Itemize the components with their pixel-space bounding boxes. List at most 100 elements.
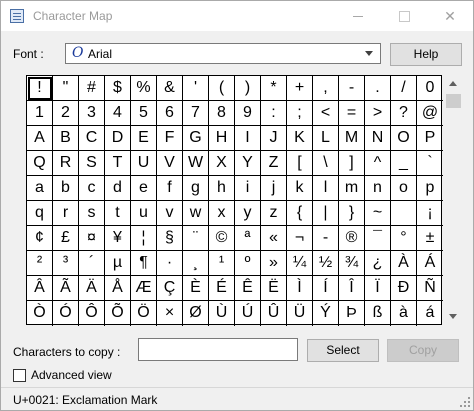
character-cell[interactable]: x — [209, 201, 235, 226]
character-cell[interactable]: ¢ — [27, 226, 53, 251]
character-cell[interactable]: 8 — [209, 101, 235, 126]
character-cell[interactable]: ² — [27, 251, 53, 276]
character-cell[interactable]: L — [313, 126, 339, 151]
character-cell[interactable]: > — [365, 101, 391, 126]
character-cell[interactable]: v — [157, 201, 183, 226]
character-cell[interactable]: u — [131, 201, 157, 226]
character-cell[interactable]: Å — [105, 276, 131, 301]
character-cell[interactable]: Â — [27, 276, 53, 301]
character-cell[interactable]: b — [53, 176, 79, 201]
character-cell[interactable]: ¿ — [365, 251, 391, 276]
character-cell[interactable]: z — [261, 201, 287, 226]
character-cell[interactable]: K — [287, 126, 313, 151]
character-cell[interactable]: j — [261, 176, 287, 201]
character-cell[interactable]: Á — [417, 251, 443, 276]
character-cell[interactable]: B — [53, 126, 79, 151]
character-cell[interactable]: C — [79, 126, 105, 151]
character-cell[interactable]: È — [183, 276, 209, 301]
character-cell[interactable]: Ç — [157, 276, 183, 301]
character-cell[interactable]: » — [261, 251, 287, 276]
character-cell[interactable]: | — [313, 201, 339, 226]
character-cell[interactable]: R — [53, 151, 79, 176]
character-cell[interactable]: Ö — [131, 301, 157, 326]
character-cell[interactable]: ½ — [313, 251, 339, 276]
character-cell[interactable]: % — [131, 76, 157, 101]
character-cell[interactable]: _ — [391, 151, 417, 176]
character-cell[interactable]: Ä — [79, 276, 105, 301]
character-cell[interactable]: M — [339, 126, 365, 151]
character-cell[interactable]: ° — [391, 226, 417, 251]
characters-to-copy-input[interactable] — [138, 338, 298, 361]
character-cell[interactable]: N — [365, 126, 391, 151]
character-cell[interactable]: µ — [105, 251, 131, 276]
character-cell[interactable]: t — [105, 201, 131, 226]
character-cell[interactable]: á — [417, 301, 443, 326]
character-cell[interactable]: ` — [417, 151, 443, 176]
character-cell[interactable]: ¾ — [339, 251, 365, 276]
character-cell[interactable]: · — [157, 251, 183, 276]
character-cell[interactable]: a — [27, 176, 53, 201]
select-button[interactable]: Select — [307, 339, 379, 362]
character-cell[interactable]: W — [183, 151, 209, 176]
character-cell[interactable]: ( — [209, 76, 235, 101]
character-cell[interactable]: f — [157, 176, 183, 201]
advanced-view-checkbox[interactable] — [13, 369, 26, 382]
character-cell[interactable]: . — [365, 76, 391, 101]
character-cell[interactable]: Ê — [235, 276, 261, 301]
character-cell[interactable]: G — [183, 126, 209, 151]
character-cell[interactable]: £ — [53, 226, 79, 251]
character-cell[interactable]: ¹ — [209, 251, 235, 276]
character-cell[interactable]: ¼ — [287, 251, 313, 276]
help-button[interactable]: Help — [390, 43, 462, 66]
character-cell[interactable]: Ü — [287, 301, 313, 326]
character-cell[interactable]: ¯ — [365, 226, 391, 251]
character-cell[interactable]: & — [157, 76, 183, 101]
character-cell[interactable]: < — [313, 101, 339, 126]
character-cell[interactable]: A — [27, 126, 53, 151]
character-cell[interactable]: Ï — [365, 276, 391, 301]
character-cell[interactable]: « — [261, 226, 287, 251]
character-cell[interactable]: q — [27, 201, 53, 226]
character-cell[interactable]: ? — [391, 101, 417, 126]
character-cell[interactable]: o — [391, 176, 417, 201]
character-cell[interactable]: Æ — [131, 276, 157, 301]
character-cell[interactable]: c — [79, 176, 105, 201]
scrollbar-thumb[interactable] — [446, 94, 461, 108]
character-cell[interactable]: h — [209, 176, 235, 201]
maximize-icon[interactable] — [381, 1, 427, 31]
character-cell[interactable]: ) — [235, 76, 261, 101]
character-cell[interactable]: ª — [235, 226, 261, 251]
character-cell[interactable]: Õ — [105, 301, 131, 326]
scroll-down-arrow-icon[interactable] — [445, 308, 462, 325]
character-cell[interactable]: × — [157, 301, 183, 326]
character-cell[interactable]: { — [287, 201, 313, 226]
character-cell[interactable]: Ë — [261, 276, 287, 301]
character-cell[interactable]: ] — [339, 151, 365, 176]
character-cell[interactable]: O — [391, 126, 417, 151]
character-cell[interactable]: + — [287, 76, 313, 101]
character-cell[interactable]: Þ — [339, 301, 365, 326]
character-cell[interactable]: Y — [235, 151, 261, 176]
character-cell[interactable]: ¨ — [183, 226, 209, 251]
character-cell[interactable]: m — [339, 176, 365, 201]
character-cell[interactable]: 1 — [27, 101, 53, 126]
character-cell[interactable]: À — [391, 251, 417, 276]
character-cell[interactable]: 7 — [183, 101, 209, 126]
character-cell[interactable]: w — [183, 201, 209, 226]
character-cell[interactable]: p — [417, 176, 443, 201]
character-cell[interactable]: 4 — [105, 101, 131, 126]
chevron-down-icon[interactable] — [362, 47, 376, 61]
character-cell[interactable]: ß — [365, 301, 391, 326]
character-cell[interactable]: Ã — [53, 276, 79, 301]
character-cell[interactable]: ; — [287, 101, 313, 126]
character-cell[interactable] — [391, 201, 417, 226]
character-cell[interactable]: à — [391, 301, 417, 326]
character-cell[interactable]: Ñ — [417, 276, 443, 301]
resize-grip-icon[interactable] — [460, 397, 470, 407]
character-cell[interactable]: - — [339, 76, 365, 101]
character-cell[interactable]: l — [313, 176, 339, 201]
scroll-up-arrow-icon[interactable] — [445, 75, 462, 92]
title-bar[interactable]: Character Map ✕ — [1, 1, 473, 31]
character-cell[interactable]: F — [157, 126, 183, 151]
character-cell[interactable]: y — [235, 201, 261, 226]
